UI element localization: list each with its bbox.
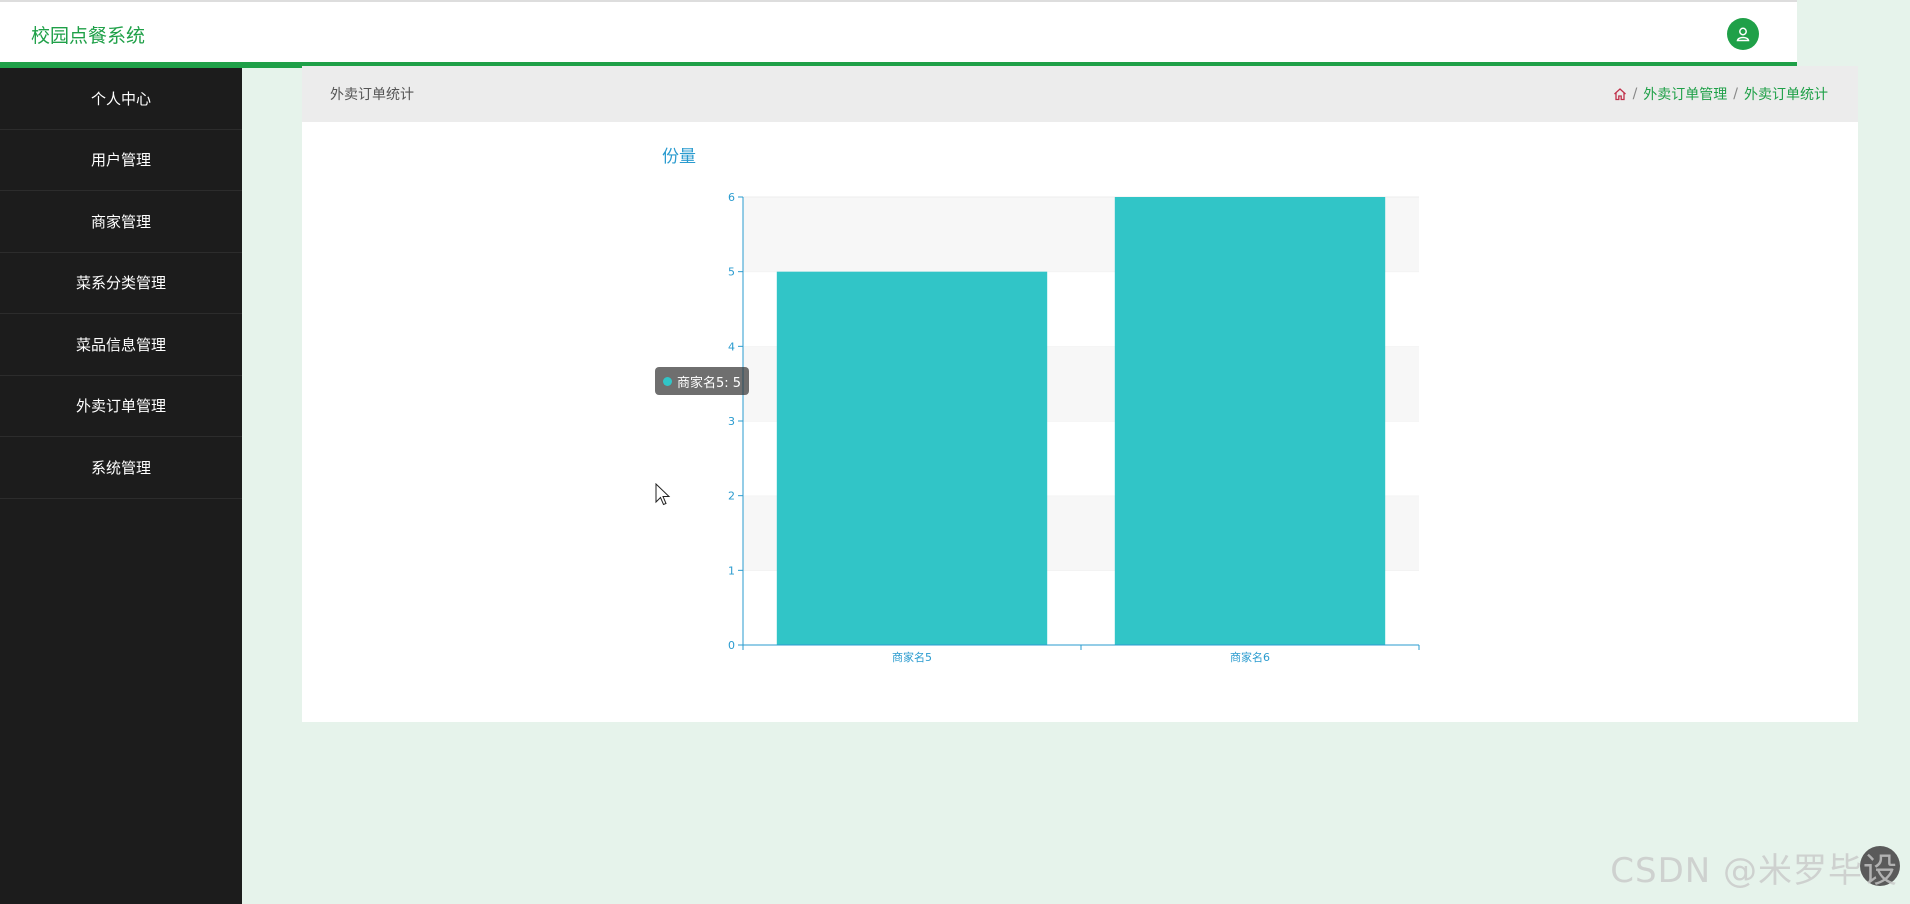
y-tick-label: 0 [728, 639, 735, 652]
watermark: CSDN @米罗毕设 [1610, 851, 1898, 891]
breadcrumb-current: 外卖订单统计 [1744, 87, 1828, 103]
content-panel: 份量 0 1 2 3 4 5 6 商家名5 商家名6 [302, 122, 1858, 722]
sidebar-item-merchant-management[interactable]: 商家管理 [0, 191, 242, 253]
sidebar-item-label: 商家管理 [90, 212, 151, 231]
sidebar-item-label: 外卖订单管理 [75, 397, 166, 416]
sidebar-item-dish-info[interactable]: 菜品信息管理 [0, 314, 242, 376]
bar-商家名6 [1114, 197, 1386, 645]
mouse-cursor-icon [655, 482, 671, 511]
tooltip-marker [663, 376, 672, 386]
sidebar-item-label: 个人中心 [90, 89, 151, 108]
sidebar-item-personal-center[interactable]: 个人中心 [0, 68, 242, 130]
bar-商家名5 [776, 271, 1048, 645]
bar-chart: 0 1 2 3 4 5 6 商家名5 商家名6 [728, 191, 1420, 664]
sidebar-item-cuisine-category[interactable]: 菜系分类管理 [0, 253, 242, 314]
sidebar-item-label: 菜系分类管理 [75, 274, 166, 293]
sidebar-item-label: 系统管理 [90, 458, 151, 477]
breadcrumb-separator: / [1632, 86, 1638, 102]
sidebar-item-label: 用户管理 [90, 151, 151, 170]
sidebar: 个人中心 用户管理 商家管理 菜系分类管理 菜品信息管理 外卖订单管理 系统管理 [0, 68, 242, 904]
breadcrumb-link-orders[interactable]: 外卖订单管理 [1643, 84, 1727, 104]
y-tick-label: 3 [728, 415, 735, 428]
user-avatar-icon[interactable] [1727, 18, 1759, 50]
sidebar-item-system-management[interactable]: 系统管理 [0, 437, 242, 499]
y-tick-label: 2 [728, 490, 735, 503]
home-icon[interactable] [1613, 87, 1627, 101]
tooltip-text: 商家名5: 5 [677, 375, 742, 391]
sidebar-item-user-management[interactable]: 用户管理 [0, 130, 242, 191]
top-header: 校园点餐系统 [0, 0, 1797, 68]
sidebar-item-label: 菜品信息管理 [75, 335, 166, 354]
breadcrumb-separator: / [1733, 86, 1738, 102]
y-tick-label: 5 [728, 266, 735, 279]
app-title: 校园点餐系统 [31, 25, 146, 47]
breadcrumb: / 外卖订单管理 / 外卖订单统计 [1613, 84, 1828, 104]
breadcrumb-bar: 外卖订单统计 / 外卖订单管理 / 外卖订单统计 [302, 66, 1858, 122]
y-tick-label: 1 [728, 564, 735, 577]
x-tick-label: 商家名5 [892, 650, 932, 664]
sidebar-item-takeout-orders[interactable]: 外卖订单管理 [0, 376, 242, 437]
y-tick-label: 4 [728, 340, 735, 353]
chart-tooltip: 商家名5: 5 [655, 367, 750, 395]
page-title: 外卖订单统计 [330, 87, 414, 103]
y-tick-label: 6 [728, 191, 735, 204]
x-tick-label: 商家名6 [1230, 650, 1270, 664]
